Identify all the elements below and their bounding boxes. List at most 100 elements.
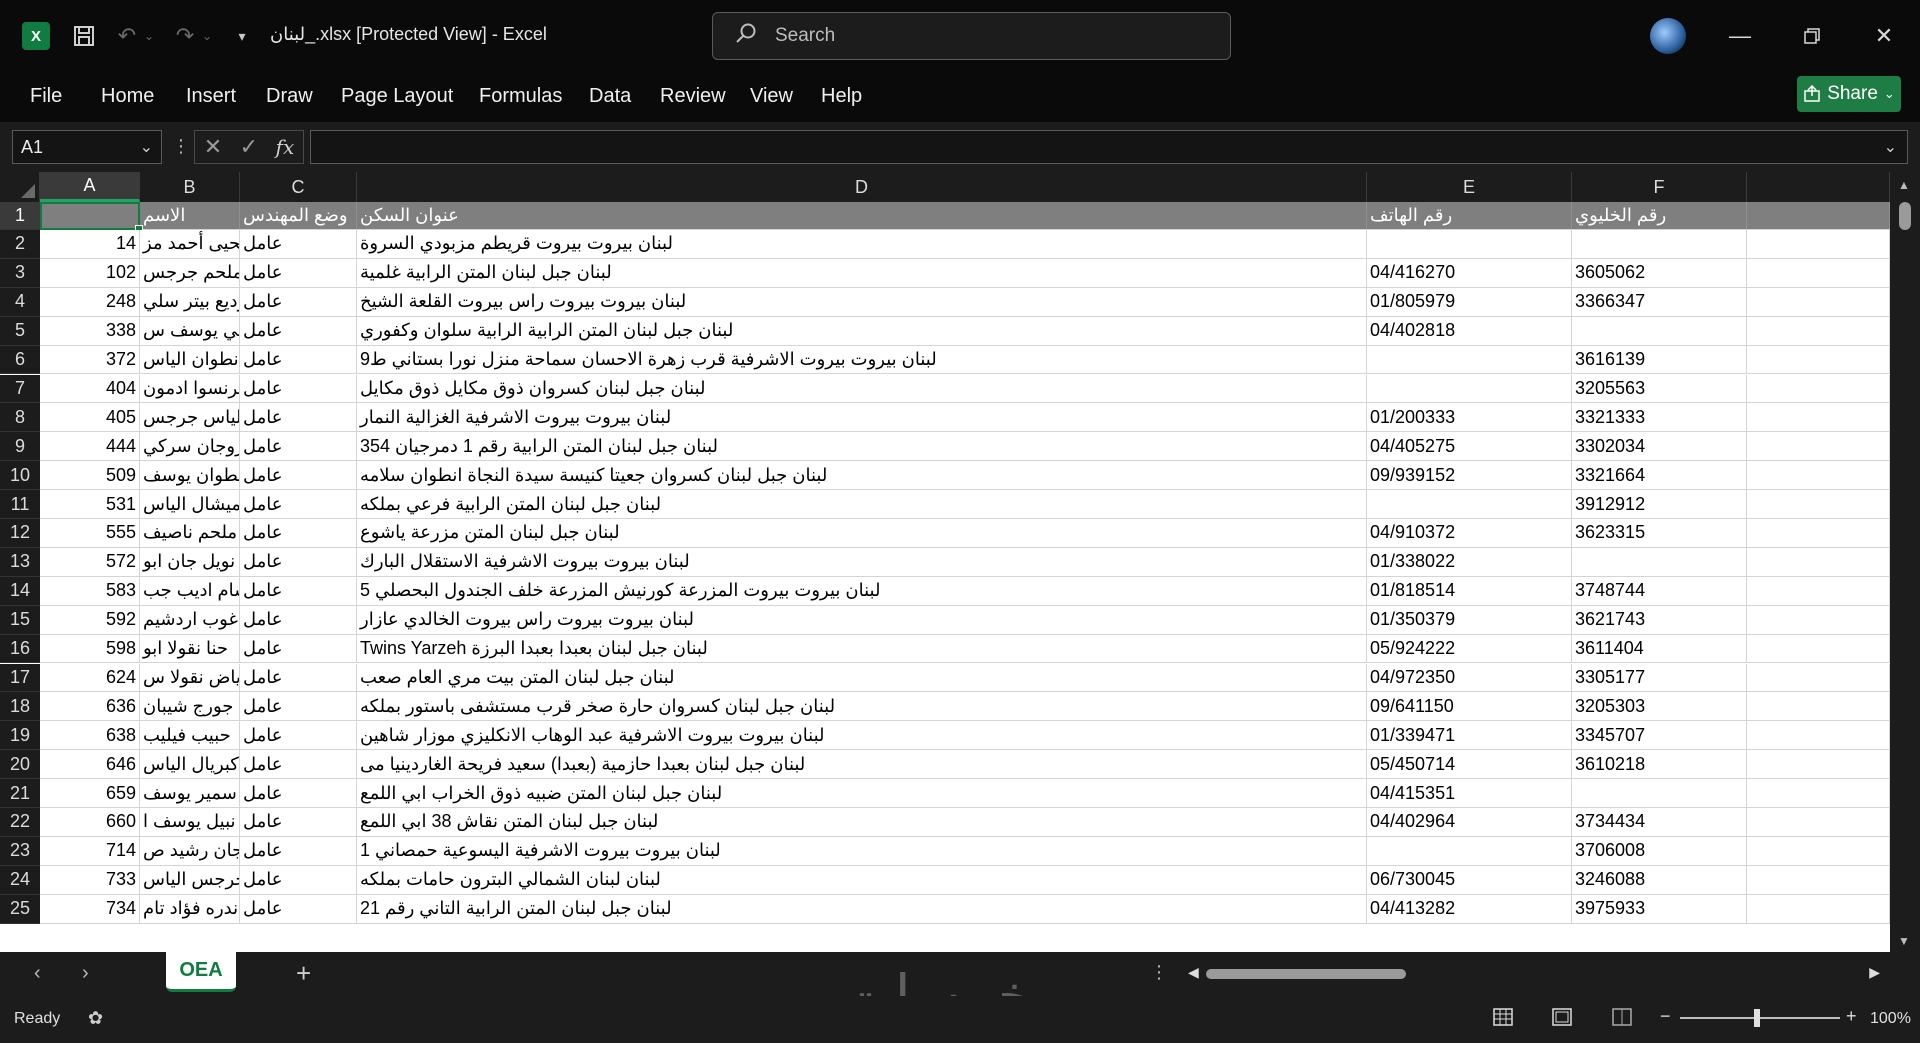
cell-f24[interactable]: 3246088 — [1572, 865, 1747, 894]
cell-e6[interactable] — [1367, 345, 1572, 374]
avatar[interactable] — [1650, 18, 1686, 54]
cell-b20[interactable]: كبريال الياس — [140, 750, 240, 779]
cell-f22[interactable]: 3734434 — [1572, 808, 1747, 836]
cell-c9[interactable]: عامل — [240, 432, 357, 461]
cell-g7[interactable] — [1747, 374, 1890, 403]
cell-d3[interactable]: لبنان جبل لبنان المتن الرابية غلمية — [357, 258, 1367, 287]
cell-b5[interactable]: ايلي يوسف س — [140, 316, 240, 345]
cell-d7[interactable]: لبنان جبل لبنان كسروان ذوق مكايل ذوق مكا… — [357, 374, 1367, 403]
cell-c3[interactable]: عامل — [240, 258, 357, 287]
cell-f13[interactable] — [1572, 547, 1747, 576]
cell-g16[interactable] — [1747, 634, 1890, 663]
tab-view[interactable]: View — [750, 85, 793, 108]
cell-a9[interactable]: 444 — [40, 432, 140, 461]
tab-formulas[interactable]: Formulas — [479, 85, 562, 108]
cell-a17[interactable]: 624 — [40, 663, 140, 692]
cell-d20[interactable]: لبنان جبل لبنان بعبدا حازمية (بعبدا) سعي… — [357, 750, 1367, 779]
cell-b2[interactable]: يحيى أحمد مز — [140, 230, 240, 258]
cell-a21[interactable]: 659 — [40, 779, 140, 807]
cell-f7[interactable]: 3205563 — [1572, 374, 1747, 403]
cell-b12[interactable]: ملحم ناصيف — [140, 519, 240, 547]
tab-data[interactable]: Data — [589, 85, 631, 108]
cell-g8[interactable] — [1747, 403, 1890, 432]
sheet-tab-oea[interactable]: OEA — [166, 952, 236, 992]
cell-b22[interactable]: نبيل يوسف ا — [140, 808, 240, 836]
cell-e10[interactable]: 09/939152 — [1367, 461, 1572, 490]
expand-formula-bar-icon[interactable]: ⌄ — [1884, 137, 1897, 157]
cell-c1[interactable]: وضع المهندس — [240, 202, 357, 229]
cell-c19[interactable]: عامل — [240, 721, 357, 750]
formula-input[interactable]: ⌄ — [310, 130, 1908, 164]
cell-c5[interactable]: عامل — [240, 316, 357, 345]
cell-b19[interactable]: حبيب فيليب — [140, 721, 240, 750]
cell-a8[interactable]: 405 — [40, 403, 140, 432]
cell-d2[interactable]: لبنان بيروت بيروت قريطم مزبودي السروة — [357, 230, 1367, 258]
row-header-2[interactable]: 2 — [0, 230, 40, 259]
cell-e3[interactable]: 04/416270 — [1367, 258, 1572, 287]
row-header-3[interactable]: 3 — [0, 258, 40, 288]
row-header-20[interactable]: 20 — [0, 750, 40, 780]
spreadsheet-grid[interactable]: A B C D E F 1 الاسم وضع المهندس عنوان ال… — [0, 172, 1920, 952]
row-header-24[interactable]: 24 — [0, 865, 40, 895]
scroll-up-icon[interactable]: ▲ — [1898, 178, 1910, 192]
cell-a7[interactable]: 404 — [40, 374, 140, 403]
row-header-25[interactable]: 25 — [0, 894, 40, 924]
tab-file[interactable]: File — [30, 85, 62, 108]
redo-dropdown-icon[interactable]: ⌄ — [200, 22, 214, 50]
add-sheet-icon[interactable]: + — [296, 958, 311, 989]
page-layout-view-icon[interactable] — [1551, 1006, 1573, 1028]
cell-g6[interactable] — [1747, 345, 1890, 374]
cell-f4[interactable]: 3366347 — [1572, 287, 1747, 316]
cell-f6[interactable]: 3616139 — [1572, 345, 1747, 374]
cell-c18[interactable]: عامل — [240, 692, 357, 721]
cell-d25[interactable]: لبنان جبل لبنان المتن الرابية التاني رقم… — [357, 894, 1367, 923]
cell-g2[interactable] — [1747, 230, 1890, 258]
cell-g19[interactable] — [1747, 721, 1890, 750]
cell-a20[interactable]: 646 — [40, 750, 140, 779]
enter-icon[interactable]: ✓ — [240, 134, 258, 160]
cell-e17[interactable]: 04/972350 — [1367, 663, 1572, 692]
cell-a18[interactable]: 636 — [40, 692, 140, 721]
previous-sheet-icon[interactable]: ‹ — [34, 962, 41, 985]
next-sheet-icon[interactable]: › — [82, 962, 89, 985]
cell-b11[interactable]: ميشال الياس — [140, 490, 240, 518]
minimize-icon[interactable]: — — [1720, 16, 1760, 56]
cell-a2[interactable]: 14 — [40, 230, 140, 258]
zoom-in-icon[interactable]: + — [1846, 1006, 1857, 1027]
cell-g21[interactable] — [1747, 779, 1890, 807]
cell-e11[interactable] — [1367, 490, 1572, 518]
row-header-10[interactable]: 10 — [0, 461, 40, 491]
cell-d12[interactable]: لبنان جبل لبنان المتن مزرعة ياشوع — [357, 519, 1367, 547]
row-header-23[interactable]: 23 — [0, 836, 40, 866]
cell-f17[interactable]: 3305177 — [1572, 663, 1747, 692]
row-header-17[interactable]: 17 — [0, 663, 40, 693]
cell-e20[interactable]: 05/450714 — [1367, 750, 1572, 779]
cell-g17[interactable] — [1747, 663, 1890, 692]
share-button[interactable]: Share ⌄ — [1797, 76, 1901, 112]
cell-g23[interactable] — [1747, 836, 1890, 865]
tab-page-layout[interactable]: Page Layout — [341, 85, 453, 108]
cell-a24[interactable]: 733 — [40, 865, 140, 894]
vertical-scroll-thumb[interactable] — [1899, 202, 1911, 230]
insert-function-icon[interactable]: fx — [276, 135, 295, 159]
tab-home[interactable]: Home — [101, 85, 154, 108]
cell-g18[interactable] — [1747, 692, 1890, 721]
cell-d13[interactable]: لبنان بيروت بيروت الاشرفية الاستقلال الب… — [357, 547, 1367, 576]
more-options-icon[interactable]: ⋮ — [1150, 962, 1168, 983]
cell-d11[interactable]: لبنان جبل لبنان المتن الرابية فرعي بملكه — [357, 490, 1367, 518]
row-header-4[interactable]: 4 — [0, 287, 40, 317]
row-header-14[interactable]: 14 — [0, 576, 40, 606]
cell-c4[interactable]: عامل — [240, 287, 357, 316]
cell-c6[interactable]: عامل — [240, 345, 357, 374]
cell-f25[interactable]: 3975933 — [1572, 894, 1747, 923]
row-header-16[interactable]: 16 — [0, 634, 40, 664]
cell-f23[interactable]: 3706008 — [1572, 836, 1747, 865]
cell-d18[interactable]: لبنان جبل لبنان كسروان حارة صخر قرب مستش… — [357, 692, 1367, 721]
cell-c20[interactable]: عامل — [240, 750, 357, 779]
cell-a13[interactable]: 572 — [40, 547, 140, 576]
cell-f11[interactable]: 3912912 — [1572, 490, 1747, 518]
cell-c16[interactable]: عامل — [240, 634, 357, 663]
cell-f10[interactable]: 3321664 — [1572, 461, 1747, 490]
cell-b21[interactable]: سمير يوسف — [140, 779, 240, 807]
cell-b17[interactable]: رياض نقولا س — [140, 663, 240, 692]
